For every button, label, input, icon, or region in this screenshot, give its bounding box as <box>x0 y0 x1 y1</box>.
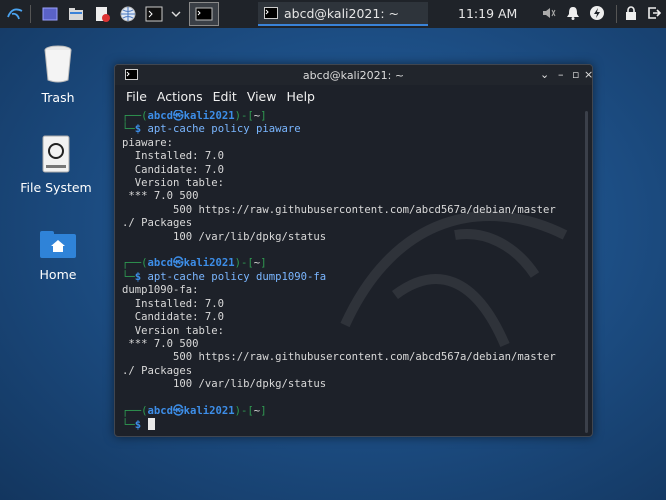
menu-edit[interactable]: Edit <box>213 89 237 104</box>
prompt-bracket: ] <box>260 257 267 270</box>
maximize-icon[interactable]: ▫ <box>572 68 579 81</box>
top-panel: abcd@kali2021: ~ 11:19 AM <box>0 0 666 28</box>
terminal-window[interactable]: abcd@kali2021: ~ ⌄ – ▫ × File Actions Ed… <box>114 64 593 437</box>
prompt-at-symbol: ㉿ <box>173 404 184 417</box>
output-line: Candidate: 7.0 <box>122 311 225 324</box>
prompt-bracket: └─ <box>122 419 135 430</box>
output-line: Version table: <box>122 177 225 190</box>
terminal-launcher-icon[interactable] <box>143 3 165 25</box>
terminal-output[interactable]: ┌──(abcd㉿kali2021)-[~] └─$ apt-cache poli… <box>122 110 576 430</box>
prompt-bracket: ] <box>260 404 267 417</box>
taskbar-window-title: abcd@kali2021: ~ <box>284 5 399 21</box>
prompt-user: abcd <box>147 257 174 270</box>
output-line: 100 /var/lib/dpkg/status <box>122 230 327 243</box>
output-line: *** 7.0 500 <box>122 337 199 350</box>
home-folder-icon <box>12 230 104 263</box>
prompt-bracket: └─ <box>122 123 135 136</box>
text-editor-icon[interactable] <box>91 3 113 25</box>
menu-actions[interactable]: Actions <box>157 89 203 104</box>
prompt-bracket: ┌──( <box>122 404 148 417</box>
prompt-dollar: $ <box>134 419 148 430</box>
prompt-host: kali2021 <box>183 257 235 270</box>
command-line: └─$ <box>122 418 576 430</box>
home-label: Home <box>39 267 77 282</box>
scrollbar[interactable] <box>585 111 588 433</box>
output-line: *** 7.0 500 <box>122 190 199 203</box>
window-title: abcd@kali2021: ~ <box>302 69 405 82</box>
output-line: ./ Packages <box>122 364 193 377</box>
chevron-down-icon[interactable] <box>165 3 187 25</box>
prompt-bracket: )-[ <box>234 257 254 270</box>
output-line: Candidate: 7.0 <box>122 163 225 176</box>
prompt-bracket: └─ <box>122 270 135 283</box>
terminal-icon <box>264 7 278 19</box>
text-cursor <box>147 418 155 430</box>
prompt-bracket: ┌──( <box>122 110 148 122</box>
prompt-bracket: )-[ <box>234 404 254 417</box>
clock[interactable]: 11:19 AM <box>458 6 517 21</box>
prompt-line: ┌──(abcd㉿kali2021)-[~] <box>122 257 576 270</box>
taskbar-terminal-window[interactable]: abcd@kali2021: ~ <box>258 2 428 26</box>
notification-bell-icon[interactable] <box>564 4 582 22</box>
desktop-icon-file-system[interactable]: File System <box>10 135 102 195</box>
trash-label: Trash <box>41 90 75 105</box>
panel-separator <box>30 5 31 23</box>
desktop-icon-trash[interactable]: Trash <box>12 45 104 105</box>
output-line: 100 /var/lib/dpkg/status <box>122 378 327 391</box>
close-icon[interactable]: × <box>584 68 592 81</box>
prompt-bracket: )-[ <box>234 110 254 122</box>
prompt-dollar: $ <box>134 270 148 283</box>
file-system-label: File System <box>20 180 92 195</box>
output-line: 500 https://raw.githubusercontent.com/ab… <box>122 351 556 364</box>
drive-icon <box>10 135 102 176</box>
output-line: ./ Packages <box>122 217 193 230</box>
prompt-dollar: $ <box>134 123 148 136</box>
prompt-bracket: ] <box>260 110 267 122</box>
prompt-line: ┌──(abcd㉿kali2021)-[~] <box>122 405 576 418</box>
volume-icon[interactable] <box>540 4 558 22</box>
prompt-at-symbol: ㉿ <box>173 257 184 270</box>
power-manager-icon[interactable] <box>588 4 606 22</box>
workspace-terminal-thumb[interactable] <box>189 2 219 26</box>
command-text: apt-cache policy dump1090-fa <box>147 270 327 283</box>
window-titlebar[interactable]: abcd@kali2021: ~ ⌄ – ▫ × <box>115 65 592 85</box>
window-menu-chevron-icon[interactable]: ⌄ <box>540 68 549 81</box>
prompt-bracket: ┌──( <box>122 257 148 270</box>
command-line: └─$ apt-cache policy dump1090-fa <box>122 271 576 284</box>
show-desktop-icon[interactable] <box>39 3 61 25</box>
prompt-line: ┌──(abcd㉿kali2021)-[~] <box>122 110 576 123</box>
command-line: └─$ apt-cache policy piaware <box>122 123 576 136</box>
kali-menu-icon[interactable] <box>4 3 26 25</box>
output-line: dump1090-fa: <box>122 284 199 297</box>
file-manager-icon[interactable] <box>65 3 87 25</box>
menu-help[interactable]: Help <box>286 89 315 104</box>
trash-icon <box>12 45 104 86</box>
prompt-user: abcd <box>147 404 174 417</box>
prompt-host: kali2021 <box>183 110 235 122</box>
menu-view[interactable]: View <box>247 89 277 104</box>
logout-icon[interactable] <box>645 4 663 22</box>
menu-bar: File Actions Edit View Help <box>115 85 592 107</box>
output-line: Installed: 7.0 <box>122 297 225 310</box>
lock-icon[interactable] <box>622 4 640 22</box>
output-line: Version table: <box>122 324 225 337</box>
panel-separator <box>616 5 617 23</box>
command-text: apt-cache policy piaware <box>147 123 301 136</box>
output-line: 500 https://raw.githubusercontent.com/ab… <box>122 203 556 216</box>
menu-file[interactable]: File <box>126 89 147 104</box>
minimize-icon[interactable]: – <box>558 68 564 81</box>
output-line: Installed: 7.0 <box>122 150 225 163</box>
web-browser-icon[interactable] <box>117 3 139 25</box>
prompt-at-symbol: ㉿ <box>173 110 184 122</box>
desktop-icon-home[interactable]: Home <box>12 230 104 282</box>
output-line: piaware: <box>122 136 174 149</box>
prompt-host: kali2021 <box>183 404 235 417</box>
prompt-user: abcd <box>147 110 174 122</box>
